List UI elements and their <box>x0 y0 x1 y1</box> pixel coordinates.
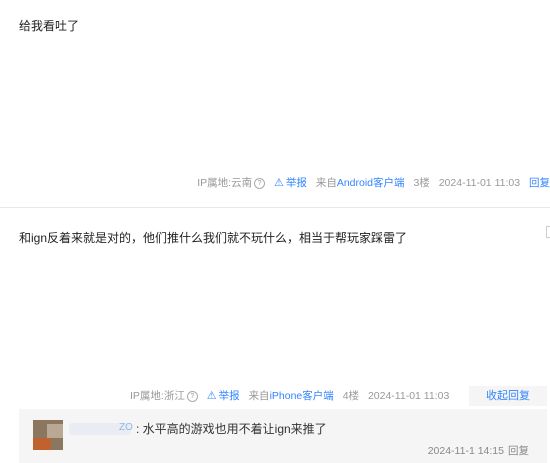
post-content: 给我看吐了 <box>19 19 80 33</box>
warning-triangle-icon: ⚠ <box>274 177 284 189</box>
username-tail[interactable]: ZO <box>119 422 133 433</box>
sub-reply-time: 2024-11-1 14:15 <box>427 445 504 457</box>
sub-reply-text: : 水平高的游戏也用不着让ign来推了 <box>136 422 327 436</box>
report-link[interactable]: 举报 <box>219 388 240 404</box>
post-time: 2024-11-01 11:03 <box>438 177 521 189</box>
sub-reply-button[interactable]: 回复 <box>508 445 529 457</box>
post-floor-4: 和ign反着来就是对的，他们推什么我们就不玩什么，相当于帮玩家踩雷了 IP属地:… <box>0 208 550 463</box>
avatar[interactable] <box>33 420 63 450</box>
question-circle-icon[interactable]: ? <box>186 390 198 402</box>
report-link[interactable]: 举报 <box>286 175 307 191</box>
question-circle-icon[interactable]: ? <box>254 177 266 189</box>
source-prefix: 来自 <box>248 390 270 402</box>
warning-triangle-icon: ⚠ <box>206 390 217 402</box>
sub-reply-meta: 2024-11-1 14:15 回复 <box>428 443 529 458</box>
collapse-replies-button[interactable]: 收起回复 <box>469 386 547 406</box>
source-prefix: 来自 <box>315 177 337 189</box>
ip-location: IP属地:云南 <box>197 177 253 189</box>
post-time: 2024-11-01 11:03 <box>367 390 450 402</box>
floor-number: 3楼 <box>413 177 430 189</box>
post-floor-3: 给我看吐了 IP属地:云南? ⚠ 举报 来自Android客户端 3楼 2024-… <box>0 0 550 207</box>
floor-number: 4楼 <box>342 390 360 402</box>
reply-button[interactable]: 回复 <box>529 175 550 191</box>
post-content: 和ign反着来就是对的，他们推什么我们就不玩什么，相当于帮玩家踩雷了 <box>19 231 408 245</box>
post-tail: IP属地:浙江? ⚠ 举报 来自iPhone客户端 4楼 2024-11-01 1… <box>130 388 449 404</box>
source-link[interactable]: iPhone客户端 <box>270 388 334 404</box>
post-tail: IP属地:云南? ⚠ 举报 来自Android客户端 3楼 2024-11-01 … <box>197 175 550 191</box>
source-link[interactable]: Android客户端 <box>337 175 405 191</box>
ip-location: IP属地:浙江 <box>130 390 185 402</box>
side-marker <box>546 226 550 238</box>
sub-reply: ZO : 水平高的游戏也用不着让ign来推了 2024-11-1 14:15 回复 <box>19 409 547 463</box>
